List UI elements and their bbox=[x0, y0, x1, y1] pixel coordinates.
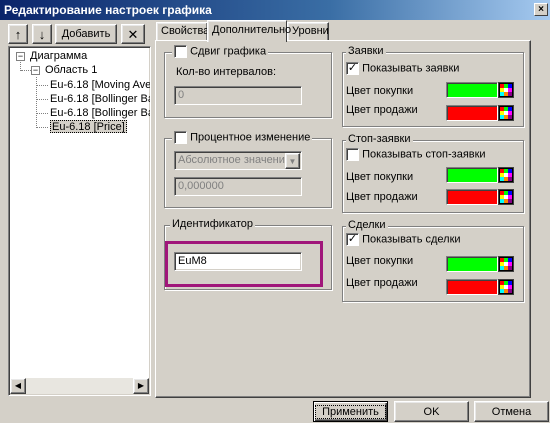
stop-orders-sell-color-swatch[interactable] bbox=[446, 189, 498, 205]
percent-mode-select[interactable]: Абсолютное значение ▼ bbox=[174, 151, 302, 170]
scroll-left-icon[interactable]: ◀ bbox=[10, 378, 26, 394]
arrow-down-icon[interactable]: ↓ bbox=[32, 24, 52, 44]
apply-button[interactable]: Применить bbox=[313, 401, 388, 422]
palette-icon[interactable] bbox=[498, 167, 514, 183]
percent-legend[interactable]: Процентное изменение bbox=[172, 131, 313, 144]
stop-orders-buy-label: Цвет покупки bbox=[346, 171, 414, 183]
ok-button[interactable]: OK bbox=[394, 401, 469, 422]
orders-sell-label: Цвет продажи bbox=[346, 104, 418, 116]
deals-sell-color-swatch[interactable] bbox=[446, 279, 498, 295]
percent-mode-value: Абсолютное значение bbox=[178, 154, 292, 166]
deals-title: Сделки bbox=[346, 219, 388, 231]
chevron-down-icon[interactable]: ▼ bbox=[285, 153, 300, 169]
tree-item-area[interactable]: Область 1 bbox=[45, 64, 97, 77]
arrow-up-icon[interactable]: ↑ bbox=[8, 24, 28, 44]
tree-item-series[interactable]: Eu-6.18 [Moving Ave bbox=[50, 79, 150, 92]
add-button[interactable]: Добавить bbox=[55, 24, 117, 44]
stop-orders-title: Стоп-заявки bbox=[346, 133, 413, 145]
shift-legend[interactable]: Сдвиг графика bbox=[172, 45, 269, 58]
orders-title: Заявки bbox=[346, 45, 386, 57]
identifier-input[interactable]: EuM8 bbox=[174, 252, 302, 271]
orders-show-option[interactable]: ✓ Показывать заявки bbox=[346, 62, 459, 75]
shift-group bbox=[164, 52, 332, 118]
tree-item-selected[interactable]: Eu-6.18 [Price] bbox=[50, 120, 127, 133]
stop-orders-show-option[interactable]: Показывать стоп-заявки bbox=[346, 148, 486, 161]
tab-properties[interactable]: Свойства bbox=[156, 22, 209, 41]
orders-buy-label: Цвет покупки bbox=[346, 85, 414, 97]
percent-value-input[interactable]: 0,000000 bbox=[174, 177, 302, 196]
shift-checkbox[interactable] bbox=[174, 45, 187, 58]
deals-show-option[interactable]: ✓ Показывать сделки bbox=[346, 233, 461, 246]
stop-orders-sell-label: Цвет продажи bbox=[346, 191, 418, 203]
palette-icon[interactable] bbox=[498, 105, 514, 121]
tree-item-series[interactable]: Eu-6.18 [Bollinger Ba bbox=[50, 107, 150, 120]
orders-sell-color-swatch[interactable] bbox=[446, 105, 498, 121]
apply-button-label: Применить bbox=[315, 405, 386, 419]
collapse-root-icon[interactable]: − bbox=[16, 52, 25, 61]
shift-checkbox-label: Сдвиг графика bbox=[190, 45, 267, 58]
stop-orders-show-label: Показывать стоп-заявки bbox=[362, 148, 486, 161]
close-icon[interactable]: × bbox=[534, 3, 548, 16]
stop-orders-buy-color-swatch[interactable] bbox=[446, 167, 498, 183]
deals-show-checkbox[interactable]: ✓ bbox=[346, 233, 359, 246]
stop-orders-show-checkbox[interactable] bbox=[346, 148, 359, 161]
window-title: Редактирование настроек графика bbox=[4, 3, 212, 17]
intervals-input[interactable]: 0 bbox=[174, 86, 302, 105]
tree-item-diagram[interactable]: Диаграмма bbox=[30, 50, 87, 63]
percent-checkbox[interactable] bbox=[174, 131, 187, 144]
chart-element-tree[interactable]: − Диаграмма − Область 1 Eu-6.18 [Moving … bbox=[8, 46, 151, 396]
deals-buy-label: Цвет покупки bbox=[346, 255, 414, 267]
identifier-label: Идентификатор bbox=[170, 218, 255, 230]
deals-show-label: Показывать сделки bbox=[362, 233, 461, 246]
tab-additional[interactable]: Дополнительно bbox=[207, 20, 291, 42]
palette-icon[interactable] bbox=[498, 279, 514, 295]
scroll-right-icon[interactable]: ▶ bbox=[133, 378, 149, 394]
palette-icon[interactable] bbox=[498, 82, 514, 98]
intervals-label: Кол-во интервалов: bbox=[176, 66, 277, 78]
orders-show-checkbox[interactable]: ✓ bbox=[346, 62, 359, 75]
delete-close-icon[interactable]: ✕ bbox=[121, 24, 145, 44]
orders-show-label: Показывать заявки bbox=[362, 62, 460, 75]
percent-group bbox=[164, 138, 332, 208]
collapse-area-icon[interactable]: − bbox=[31, 66, 40, 75]
percent-checkbox-label: Процентное изменение bbox=[190, 131, 311, 144]
cancel-button[interactable]: Отмена bbox=[474, 401, 549, 422]
palette-icon[interactable] bbox=[498, 189, 514, 205]
orders-buy-color-swatch[interactable] bbox=[446, 82, 498, 98]
tree-horizontal-scrollbar[interactable]: ◀ ▶ bbox=[10, 378, 149, 394]
deals-sell-label: Цвет продажи bbox=[346, 277, 418, 289]
palette-icon[interactable] bbox=[498, 256, 514, 272]
tree-item-series[interactable]: Eu-6.18 [Bollinger Ba bbox=[50, 93, 150, 106]
window-titlebar[interactable]: Редактирование настроек графика bbox=[0, 0, 550, 20]
deals-buy-color-swatch[interactable] bbox=[446, 256, 498, 272]
tab-levels[interactable]: Уровни bbox=[287, 22, 329, 41]
